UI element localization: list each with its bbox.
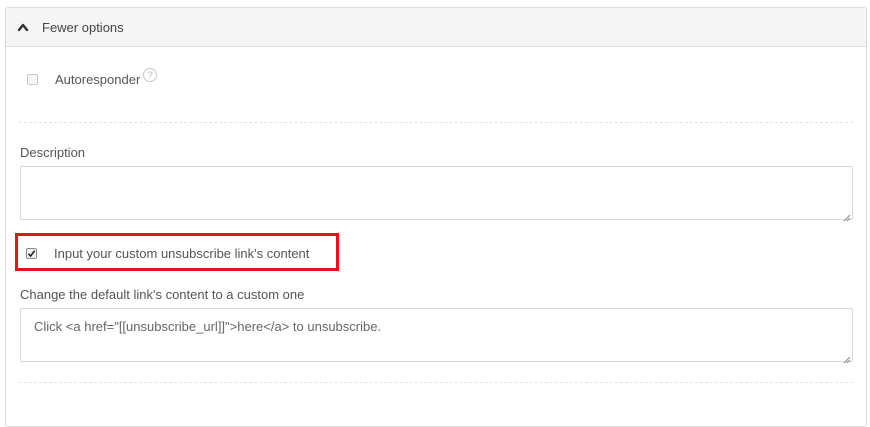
custom-unsubscribe-checkbox[interactable] [26, 248, 37, 259]
help-icon[interactable]: ? [143, 67, 158, 82]
custom-unsubscribe-label: Input your custom unsubscribe link's con… [54, 246, 310, 261]
fewer-options-toggle[interactable]: Fewer options [6, 8, 866, 47]
autoresponder-checkbox[interactable] [27, 74, 38, 85]
section-divider [19, 382, 853, 383]
section-divider [19, 122, 853, 123]
unsubscribe-content-textarea[interactable]: Click <a href="[[unsubscribe_url]]">here… [20, 308, 853, 362]
chevron-up-icon [16, 20, 30, 34]
checkmark-icon [27, 250, 36, 258]
description-textarea[interactable] [20, 166, 853, 220]
unsubscribe-content-label: Change the default link's content to a c… [20, 287, 305, 302]
autoresponder-label: Autoresponder [55, 72, 141, 87]
autoresponder-row: Autoresponder ? [18, 67, 158, 87]
resize-grip-icon[interactable] [843, 209, 851, 222]
fewer-options-label: Fewer options [42, 19, 124, 35]
resize-grip-icon[interactable] [843, 351, 851, 364]
custom-unsubscribe-row: Input your custom unsubscribe link's con… [26, 246, 309, 261]
description-label: Description [20, 145, 86, 160]
